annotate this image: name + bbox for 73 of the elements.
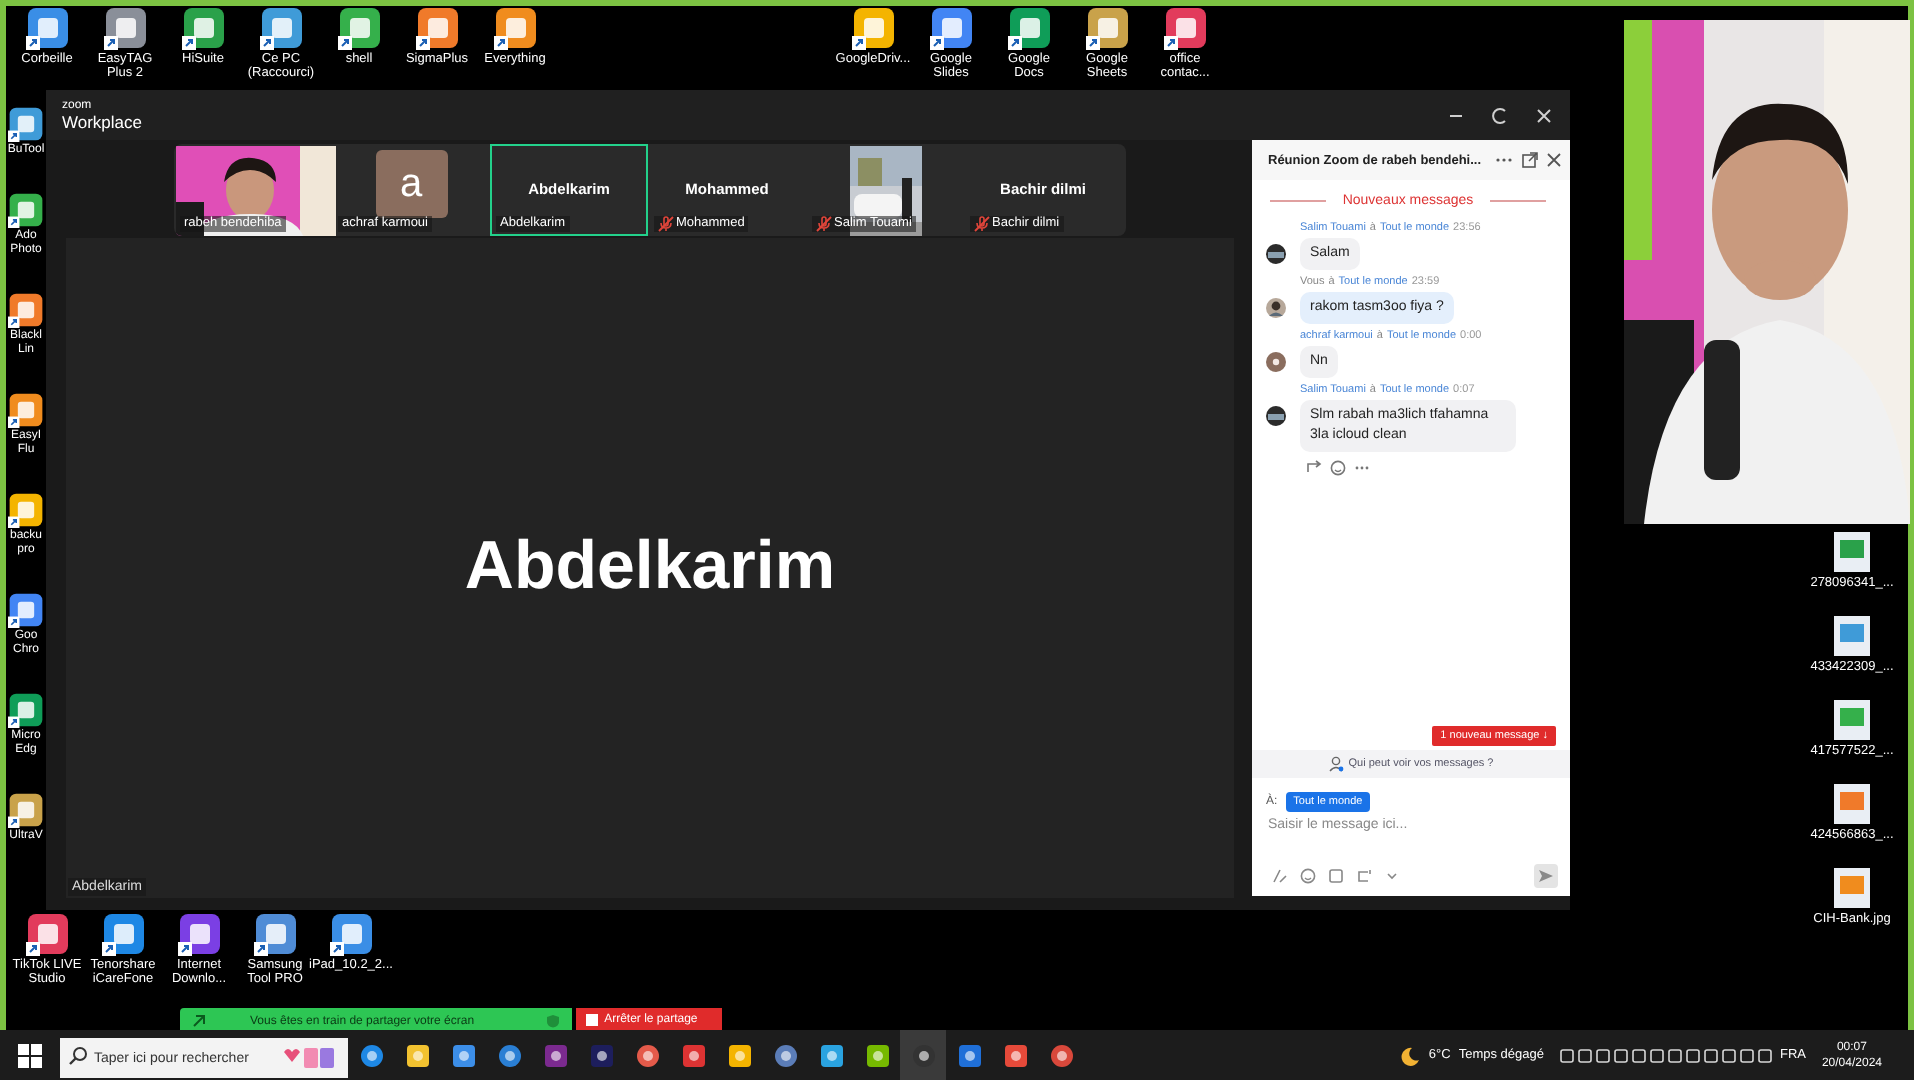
taskbar-app-icon[interactable] [819,1043,843,1067]
file-thumbnail-icon[interactable] [1830,614,1874,658]
taskbar-app-icon[interactable] [773,1043,797,1067]
stop-icon [586,1013,599,1025]
app-icon[interactable] [1007,6,1051,50]
taskbar-app-icon[interactable] [543,1043,567,1067]
taskbar-app-icon[interactable] [1049,1043,1073,1067]
close-icon[interactable] [1546,152,1562,168]
taskbar-app-icon[interactable] [911,1043,935,1067]
emoji-icon[interactable] [1300,868,1316,884]
taskbar-app-icon[interactable] [359,1043,383,1067]
app-icon[interactable] [177,912,221,956]
muted-mic-icon [658,216,674,232]
app-icon[interactable] [329,912,373,956]
muted-mic-icon [974,216,990,232]
app-icon[interactable] [103,6,147,50]
app-icon[interactable] [1163,6,1207,50]
avatar: a [375,150,447,218]
taskbar-app-icon[interactable] [497,1043,521,1067]
start-icon[interactable] [18,1043,42,1067]
user-avatar [1266,244,1286,264]
taskbar-app-icon[interactable] [681,1043,705,1067]
app-icon[interactable] [8,392,44,428]
app-icon[interactable] [253,912,297,956]
window-title: Workplace [62,111,142,131]
search-icon [68,1045,88,1065]
caret-icon[interactable] [1384,868,1400,884]
screenshot-icon[interactable] [1356,868,1372,884]
app-icon[interactable] [8,592,44,628]
file-thumbnail-icon[interactable] [1830,782,1874,826]
app-icon[interactable] [1085,6,1129,50]
app-icon[interactable] [259,6,303,50]
app-icon[interactable] [8,692,44,728]
app-icon[interactable] [851,6,895,50]
user-icon [1328,756,1345,772]
taskbar-app-icon[interactable] [727,1043,751,1067]
file-thumbnail-icon[interactable] [1830,698,1874,742]
arrow-icon [192,1014,206,1028]
user-avatar [1266,406,1286,426]
moon-icon [1400,1045,1421,1065]
taskbar-app-icon[interactable] [865,1043,889,1067]
user-avatar [1266,298,1286,318]
app-icon[interactable] [25,912,69,956]
taskbar-app-icon[interactable] [589,1043,613,1067]
taskbar-app-icon[interactable] [451,1043,475,1067]
app-icon[interactable] [8,292,44,328]
file-thumbnail-icon[interactable] [1830,866,1874,910]
app-icon[interactable] [8,192,44,228]
app-icon[interactable] [415,6,459,50]
speaker-name: Abdelkarim [464,527,836,605]
format-icon[interactable] [1272,868,1288,884]
taskbar-app-icon[interactable] [405,1043,429,1067]
emoji-icon[interactable] [1330,460,1346,476]
app-icon[interactable] [929,6,973,50]
app-icon[interactable] [493,6,537,50]
user-avatar [1266,352,1286,372]
app-icon[interactable] [25,6,69,50]
app-icon[interactable] [8,792,44,828]
app-icon[interactable] [8,106,44,142]
app-icon[interactable] [101,912,145,956]
file-thumbnail-icon[interactable] [1830,530,1874,574]
popout-icon[interactable] [1522,152,1538,168]
app-icon[interactable] [181,6,225,50]
taskbar-app-icon[interactable] [635,1043,659,1067]
app-icon[interactable] [8,492,44,528]
send-icon[interactable] [1534,864,1558,888]
app-icon[interactable] [337,6,381,50]
taskbar-app-icon[interactable] [1003,1043,1027,1067]
shield-icon [546,1014,561,1028]
taskbar-app-icon[interactable] [957,1043,981,1067]
file-icon[interactable] [1328,868,1344,884]
muted-mic-icon [816,216,832,232]
reply-icon[interactable] [1306,460,1322,476]
